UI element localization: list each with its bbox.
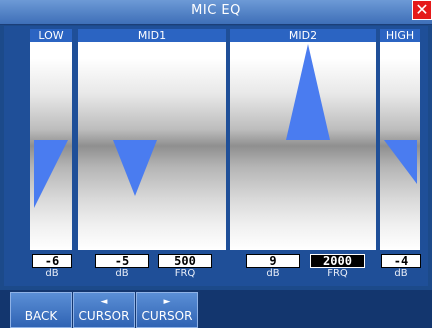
back-button[interactable]: BACK (10, 292, 72, 328)
low-db-field[interactable]: -6 (32, 254, 72, 268)
mid2-db-field[interactable]: 9 (246, 254, 300, 268)
cursor-right-label: CURSOR (141, 309, 193, 323)
cursor-left-label: CURSOR (78, 309, 130, 323)
high-band-curve (384, 140, 417, 184)
mid1-db-field[interactable]: -5 (95, 254, 149, 268)
mid1-band-curve (113, 140, 157, 196)
mid1-db-unit: dB (115, 268, 129, 279)
mid1-frq-field[interactable]: 500 (158, 254, 212, 268)
low-band-curve (34, 140, 68, 208)
left-arrow-icon: ◄ (100, 297, 108, 307)
right-arrow-icon: ► (163, 297, 171, 307)
mid2-band-curve (286, 44, 330, 140)
back-label: BACK (24, 309, 58, 323)
mid2-db-unit: dB (266, 268, 280, 279)
cursor-right-button[interactable]: ► CURSOR (136, 292, 198, 328)
high-db-unit: dB (394, 268, 408, 279)
mid2-frq-field[interactable]: 2000 (310, 254, 365, 268)
high-db-field[interactable]: -4 (381, 254, 421, 268)
low-db-unit: dB (45, 268, 59, 279)
cursor-left-button[interactable]: ◄ CURSOR (73, 292, 135, 328)
mid2-frq-unit: FRQ (327, 268, 348, 279)
mid1-frq-unit: FRQ (174, 268, 196, 279)
